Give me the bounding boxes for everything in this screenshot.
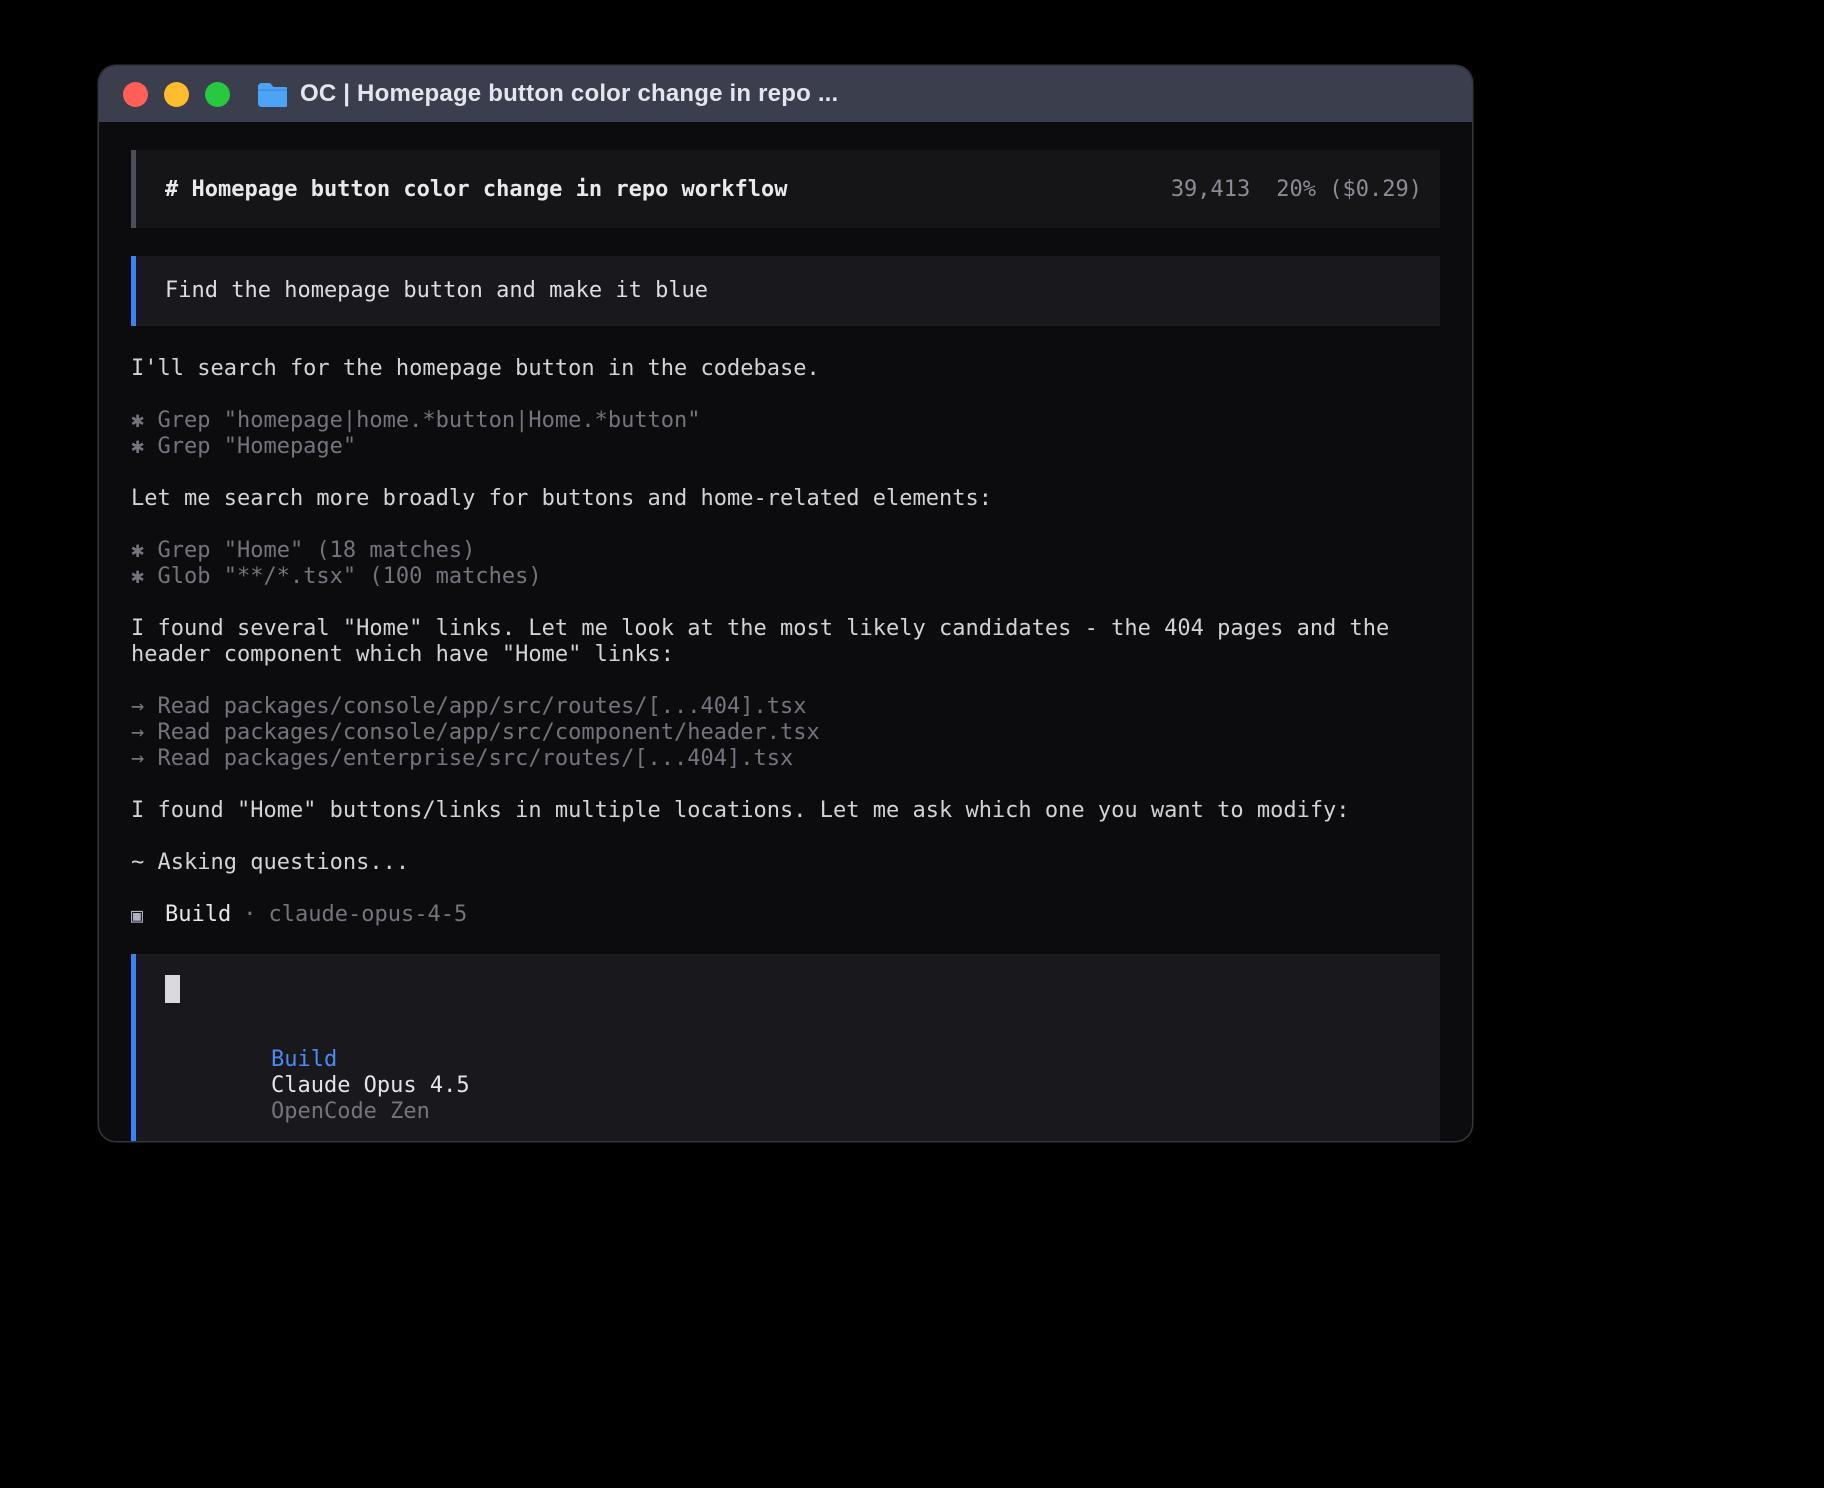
agent-name: Build	[165, 902, 231, 928]
close-button[interactable]	[123, 82, 148, 107]
model-label: Claude Opus 4.5	[271, 1073, 470, 1098]
prompt-input[interactable]: Build Claude Opus 4.5 OpenCode Zen	[131, 954, 1440, 1141]
window-title: OC | Homepage button color change in rep…	[300, 80, 838, 108]
agent-model: claude-opus-4-5	[269, 902, 468, 928]
session-title: # Homepage button color change in repo w…	[165, 177, 788, 202]
agent-status-line: ▣ Build · claude-opus-4-5	[131, 902, 1440, 928]
provider-label: OpenCode Zen	[271, 1099, 430, 1124]
agent-separator: ·	[243, 902, 256, 928]
mode-label[interactable]: Build	[271, 1047, 337, 1072]
session-header: # Homepage button color change in repo w…	[131, 150, 1440, 228]
tool-call-read: → Read packages/console/app/src/routes/[…	[131, 694, 1440, 720]
tool-call-grep: ✱ Grep "homepage|home.*button|Home.*butt…	[131, 408, 1440, 434]
assistant-transcript: I'll search for the homepage button in t…	[131, 356, 1440, 928]
tool-call-glob: ✱ Glob "**/*.tsx" (100 matches)	[131, 564, 1440, 590]
assistant-text-line: Let me search more broadly for buttons a…	[131, 486, 1440, 512]
terminal-content: # Homepage button color change in repo w…	[99, 122, 1472, 1141]
session-stats: 39,413 20% ($0.29)	[1171, 177, 1422, 202]
tool-call-grep: ✱ Grep "Homepage"	[131, 434, 1440, 460]
token-count: 39,413	[1171, 177, 1250, 202]
text-cursor	[165, 975, 180, 1003]
asking-questions-status: ~ Asking questions...	[131, 850, 1440, 876]
window-titlebar: OC | Homepage button color change in rep…	[99, 66, 1472, 122]
folder-icon	[256, 81, 287, 107]
terminal-window: OC | Homepage button color change in rep…	[99, 66, 1472, 1141]
input-meta-line: Build Claude Opus 4.5 OpenCode Zen	[165, 1021, 1411, 1141]
user-message-text: Find the homepage button and make it blu…	[165, 278, 708, 303]
user-message-block: Find the homepage button and make it blu…	[131, 256, 1440, 326]
assistant-text-line: I found "Home" buttons/links in multiple…	[131, 798, 1440, 824]
agent-icon: ▣	[131, 902, 143, 928]
tool-call-grep: ✱ Grep "Home" (18 matches)	[131, 538, 1440, 564]
zoom-button[interactable]	[205, 82, 230, 107]
traffic-lights	[123, 82, 230, 107]
assistant-text-line: I'll search for the homepage button in t…	[131, 356, 1440, 382]
minimize-button[interactable]	[164, 82, 189, 107]
assistant-text-line: header component which have "Home" links…	[131, 642, 1440, 668]
tool-call-read: → Read packages/console/app/src/componen…	[131, 720, 1440, 746]
tool-call-read: → Read packages/enterprise/src/routes/[.…	[131, 746, 1440, 772]
context-usage: 20% ($0.29)	[1276, 177, 1422, 202]
assistant-text-line: I found several "Home" links. Let me loo…	[131, 616, 1440, 642]
